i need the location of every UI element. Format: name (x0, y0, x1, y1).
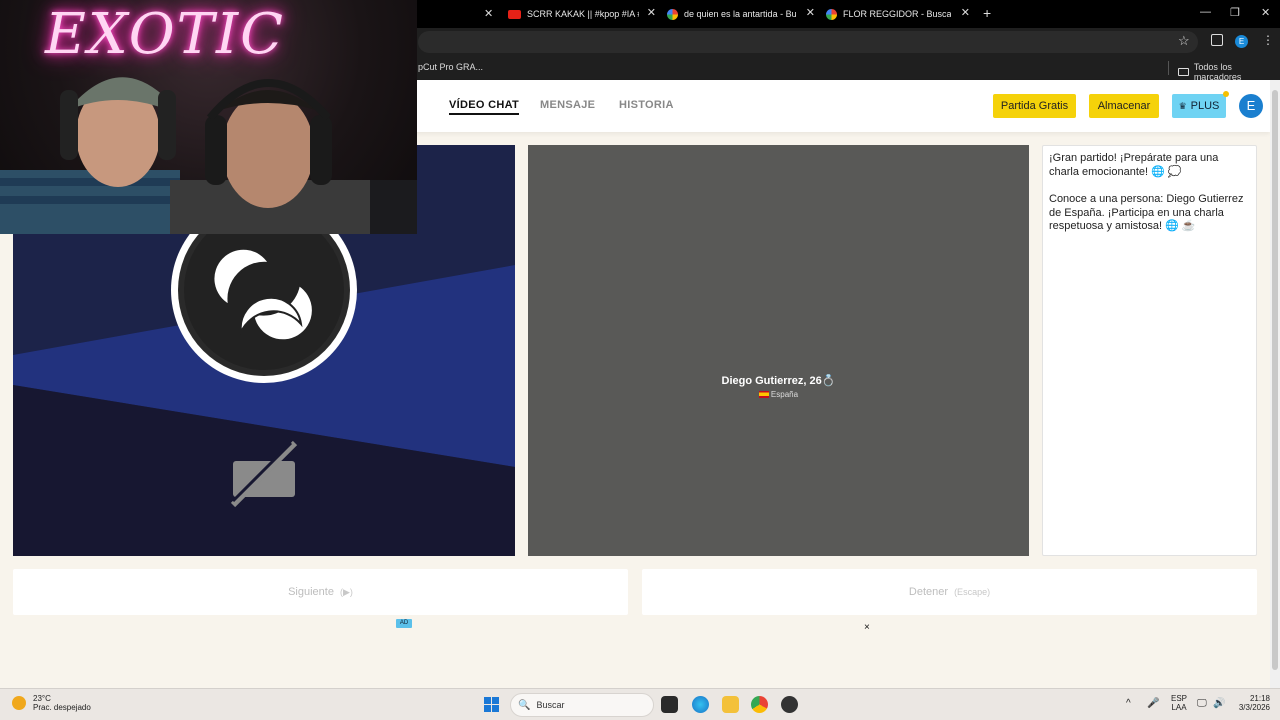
task-view-icon[interactable] (661, 696, 678, 713)
folder-icon (1178, 68, 1189, 76)
microphone-icon[interactable]: 🎤 (1147, 698, 1159, 709)
tab-google-search-1[interactable]: de quien es la antartida - Busca ✕ (667, 4, 815, 24)
ad-badge: AD (396, 619, 412, 628)
streamers-picture (0, 77, 417, 234)
user-avatar[interactable]: E (1239, 94, 1263, 118)
google-icon (826, 8, 837, 20)
stop-button[interactable]: Detener (Escape) (642, 569, 1257, 615)
new-tab-button[interactable]: + (983, 5, 991, 21)
stop-shortcut: (Escape) (954, 587, 991, 597)
minimize-icon[interactable]: — (1200, 6, 1211, 18)
extensions-icon[interactable] (1211, 34, 1223, 46)
free-match-button[interactable]: Partida Gratis (993, 94, 1076, 118)
search-placeholder: Buscar (536, 700, 565, 710)
edge-icon[interactable] (692, 696, 709, 713)
taskbar-search[interactable]: 🔍 Buscar (510, 693, 654, 717)
clock-date: 3/3/2026 (1238, 703, 1270, 712)
plus-label: PLUS (1190, 100, 1220, 112)
chat-message: Conoce a una persona: Diego Gutierrez de… (1049, 193, 1244, 232)
next-button[interactable]: Siguiente (▶) (13, 569, 628, 615)
bookmark-star-icon[interactable]: ☆ (1178, 33, 1190, 49)
nav-message[interactable]: MENSAJE (540, 99, 595, 111)
tab-close-icon[interactable]: ✕ (484, 7, 493, 20)
language-sub: LAA (1171, 703, 1187, 712)
remote-user-country: España (528, 390, 1029, 399)
weather-desc: Prac. despejado (33, 703, 91, 712)
obs-app-icon[interactable] (781, 696, 798, 713)
tab-close-icon[interactable]: ✕ (647, 6, 656, 19)
stop-label: Detener (908, 586, 949, 598)
ad-close-icon[interactable]: × (864, 622, 870, 633)
scrollbar-thumb[interactable] (1272, 90, 1278, 670)
google-icon (667, 8, 678, 20)
tab-title: de quien es la antartida - Busca (684, 9, 796, 19)
language-code: ESP (1171, 694, 1188, 703)
windows-taskbar: 23°C Prac. despejado 🔍 Buscar ^ 🎤 ESP LA… (0, 688, 1280, 720)
camera-off-icon (230, 440, 298, 508)
browser-menu-icon[interactable]: ⋮ (1262, 33, 1274, 47)
webcam-overlay: EXOTIC (0, 0, 417, 234)
search-icon: 🔍 (518, 699, 531, 711)
remote-country-text: España (770, 390, 799, 399)
store-button[interactable]: Almacenar (1089, 94, 1159, 118)
file-explorer-icon[interactable] (722, 696, 739, 713)
clock[interactable]: 21:18 3/3/2026 (1232, 694, 1270, 712)
browser-profile-avatar[interactable]: E (1235, 35, 1248, 48)
tray-chevron-icon[interactable]: ^ (1126, 698, 1131, 709)
nav-video-chat[interactable]: VÍDEO CHAT (449, 99, 520, 115)
weather-sun-icon (12, 696, 26, 710)
spain-flag-icon (758, 391, 769, 399)
chrome-icon[interactable] (751, 696, 768, 713)
all-bookmarks-label: Todos los marcadores (1193, 62, 1242, 82)
remote-user-name: Diego Gutierrez, 26💍 (528, 374, 1029, 387)
all-bookmarks-button[interactable]: Todos los marcadores (1178, 62, 1280, 82)
notification-dot (1223, 91, 1229, 97)
next-label: Siguiente (288, 586, 334, 598)
address-field[interactable] (418, 31, 1198, 53)
tab-google-search-2[interactable]: FLOR REGGIDOR - Buscar con G ✕ (826, 4, 970, 24)
chat-message: ¡Gran partido! ¡Prepárate para una charl… (1049, 152, 1219, 178)
page-scrollbar[interactable] (1270, 80, 1280, 688)
restore-icon[interactable]: ❐ (1230, 6, 1240, 19)
tab-close-icon[interactable]: ✕ (961, 6, 970, 19)
tab-close-icon[interactable]: ✕ (806, 6, 815, 19)
tab-youtube[interactable]: SCRR KAKAK || #kpop #IA #kats ✕ (508, 4, 656, 24)
remote-video-panel: Diego Gutierrez, 26💍 España (528, 145, 1029, 556)
tab-title: FLOR REGGIDOR - Buscar con G (843, 9, 951, 19)
bookmark-item[interactable]: pCut Pro GRA... (418, 62, 483, 72)
plus-button[interactable]: ♛ PLUS (1172, 94, 1226, 118)
weather-temp: 23°C (33, 694, 51, 703)
weather-widget[interactable]: 23°C Prac. despejado (12, 694, 91, 712)
next-shortcut: (▶) (339, 586, 353, 597)
language-indicator[interactable]: ESP LAA (1171, 694, 1187, 712)
chat-panel: ¡Gran partido! ¡Prepárate para una charl… (1042, 145, 1257, 556)
nav-history[interactable]: HISTORIA (619, 99, 674, 111)
crown-icon: ♛ (1178, 100, 1187, 111)
close-window-icon[interactable]: ✕ (1261, 6, 1270, 19)
windows-start-icon[interactable] (484, 697, 499, 712)
ring-icon: 💍 (821, 375, 836, 387)
youtube-icon (508, 9, 521, 19)
volume-icon[interactable]: 🔊 (1213, 698, 1225, 709)
remote-user-name-text: Diego Gutierrez, 26 (721, 375, 822, 387)
clock-time: 21:18 (1249, 694, 1270, 703)
network-icon[interactable]: 🖵 (1197, 698, 1207, 709)
bookmarks-separator (1168, 61, 1169, 75)
tab-title: SCRR KAKAK || #kpop #IA #kats (527, 9, 639, 19)
